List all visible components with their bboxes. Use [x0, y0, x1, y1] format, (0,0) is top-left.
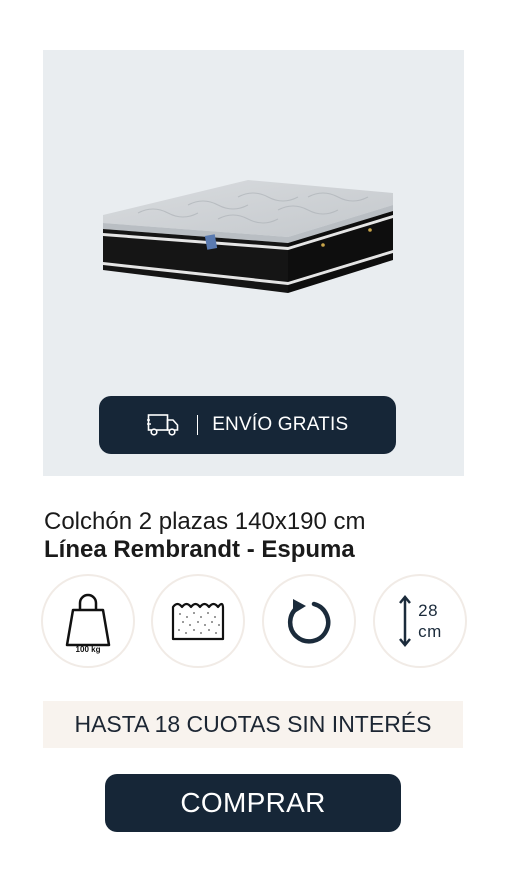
weight-capacity: 100 kg: [75, 645, 101, 654]
feature-foam: [151, 574, 245, 668]
weight-icon: [65, 593, 111, 647]
rotate-icon: [287, 599, 331, 644]
mattress-image: [103, 180, 393, 293]
feature-weight: 100 kg: [41, 574, 135, 668]
height-icon: [399, 595, 412, 647]
buy-button[interactable]: COMPRAR: [105, 774, 401, 832]
product-image-panel: ENVÍO GRATIS: [43, 50, 464, 476]
truck-icon: [146, 414, 178, 436]
foam-icon: [171, 602, 225, 641]
height-value: 28: [418, 601, 439, 620]
product-title: Colchón 2 plazas 140x190 cm: [44, 508, 366, 535]
product-subtitle: Línea Rembrandt - Espuma: [44, 536, 355, 563]
feature-height: 28 cm: [373, 574, 467, 668]
height-unit: cm: [418, 622, 442, 641]
features-row: 100 kg 28 cm: [40, 574, 470, 670]
free-shipping-label: ENVÍO GRATIS: [212, 414, 349, 435]
installments-banner: HASTA 18 CUOTAS SIN INTERÉS: [43, 701, 463, 748]
free-shipping-pill: ENVÍO GRATIS: [99, 396, 396, 454]
feature-rotate: [262, 574, 356, 668]
pill-divider: [196, 415, 199, 435]
